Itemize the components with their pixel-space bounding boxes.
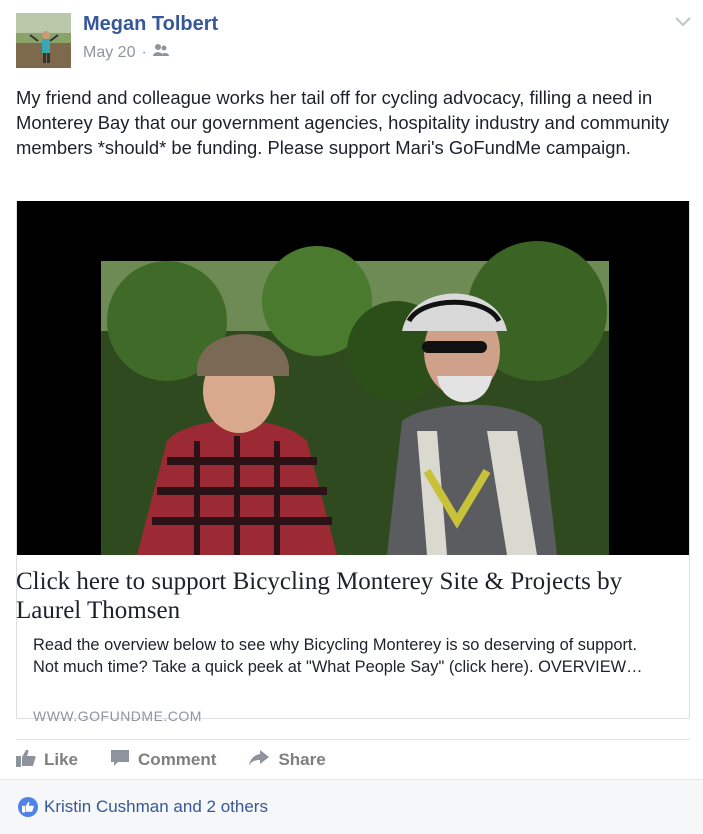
link-domain: WWW.GOFUNDME.COM <box>33 708 202 724</box>
like-label: Like <box>44 750 79 769</box>
chevron-down-icon[interactable] <box>675 14 691 32</box>
reactions-bar: Kristin Cushman and 2 others <box>0 779 703 834</box>
share-label: Share <box>278 750 326 769</box>
post-text: My friend and colleague works her tail o… <box>16 87 670 158</box>
author-name[interactable]: Megan Tolbert <box>83 13 218 36</box>
action-bar: Like Comment Share <box>16 739 690 780</box>
comment-button[interactable]: Comment <box>110 749 216 772</box>
author-avatar[interactable] <box>16 13 71 68</box>
friends-icon[interactable] <box>152 43 169 62</box>
share-button[interactable]: Share <box>248 749 326 772</box>
link-description: Read the overview below to see why Bicyc… <box>33 636 643 676</box>
share-icon <box>248 749 270 772</box>
link-title[interactable]: Click here to support Bicycling Monterey… <box>16 567 656 625</box>
video-thumbnail[interactable] <box>17 201 689 555</box>
comment-icon <box>110 749 130 772</box>
like-button[interactable]: Like <box>16 749 78 772</box>
comment-label: Comment <box>138 750 217 769</box>
post-meta: May 20 · <box>83 43 169 62</box>
reactions-summary[interactable]: Kristin Cushman and 2 others <box>44 797 268 817</box>
meta-separator: · <box>141 43 147 61</box>
like-reaction-icon <box>18 797 38 817</box>
post-date[interactable]: May 20 <box>83 44 135 62</box>
thumbs-up-icon <box>16 749 36 772</box>
